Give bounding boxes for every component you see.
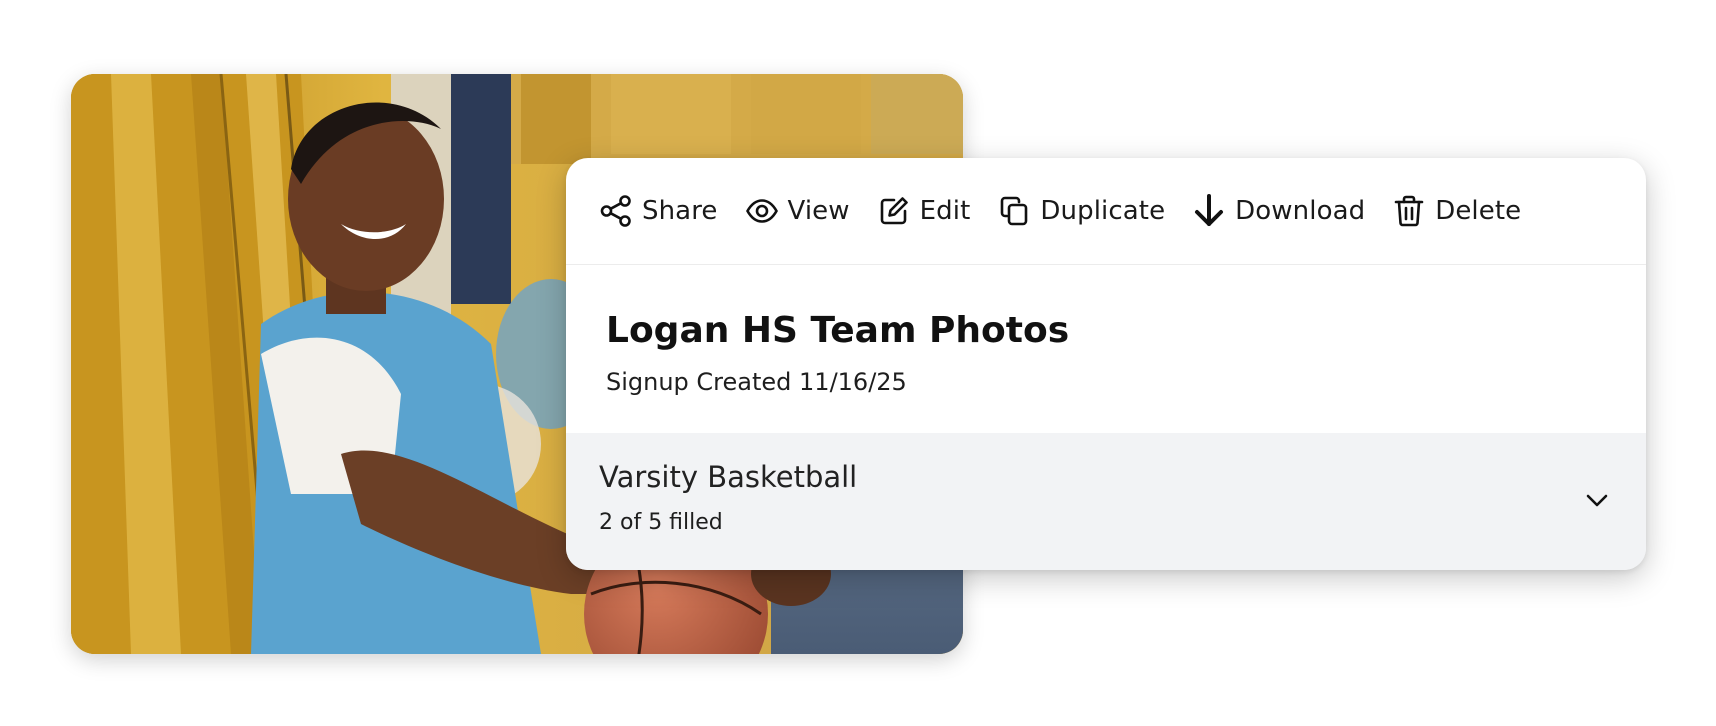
signup-title: Logan HS Team Photos (606, 310, 1070, 351)
signup-card: Share View Edit Duplicate Download Delet… (566, 158, 1646, 570)
trash-icon (1391, 193, 1427, 229)
signup-header: Logan HS Team Photos Signup Created 11/1… (566, 265, 1646, 433)
signup-created-date: Signup Created 11/16/25 (606, 368, 907, 396)
duplicate-icon (996, 193, 1032, 229)
download-label: Download (1235, 196, 1366, 226)
group-filled-count: 2 of 5 filled (599, 510, 723, 535)
share-button[interactable]: Share (598, 193, 718, 229)
share-label: Share (642, 196, 718, 226)
view-button[interactable]: View (744, 193, 850, 229)
share-icon (598, 193, 634, 229)
duplicate-label: Duplicate (1040, 196, 1166, 226)
action-toolbar: Share View Edit Duplicate Download Delet… (566, 158, 1646, 265)
delete-label: Delete (1435, 196, 1522, 226)
delete-button[interactable]: Delete (1391, 193, 1521, 229)
duplicate-button[interactable]: Duplicate (996, 193, 1165, 229)
group-name: Varsity Basketball (599, 460, 858, 494)
edit-label: Edit (919, 196, 971, 226)
download-icon (1191, 193, 1227, 229)
view-label: View (787, 196, 850, 226)
group-row-varsity-basketball[interactable]: Varsity Basketball 2 of 5 filled (566, 433, 1646, 570)
download-button[interactable]: Download (1191, 193, 1365, 229)
edit-button[interactable]: Edit (876, 193, 971, 229)
chevron-down-icon[interactable] (1582, 485, 1612, 515)
eye-icon (744, 193, 780, 229)
edit-icon (876, 193, 912, 229)
